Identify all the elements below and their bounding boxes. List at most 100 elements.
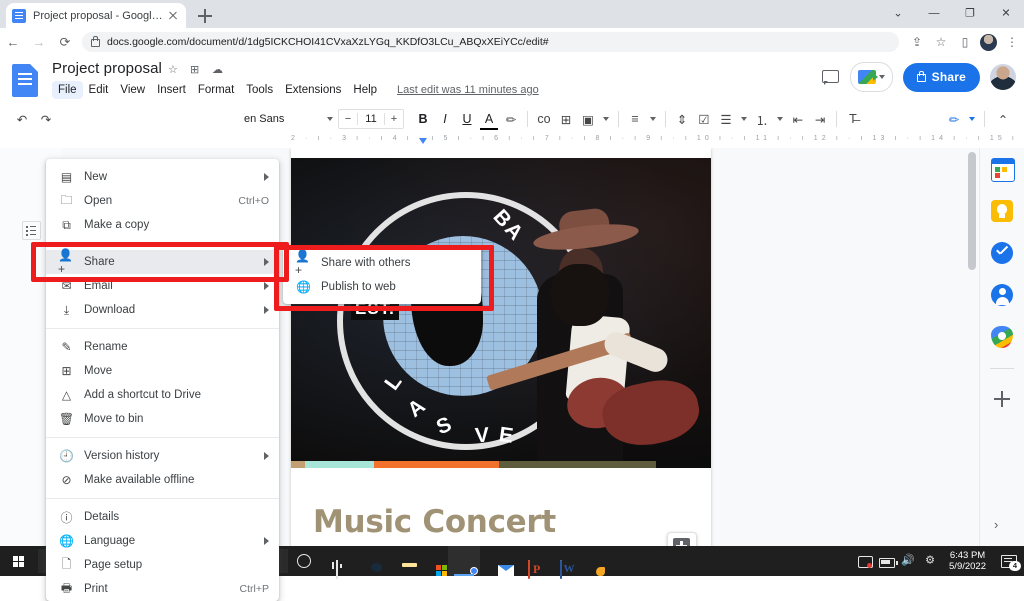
menu-item-details[interactable]: ⓘ Details (46, 505, 279, 529)
menu-item-add-shortcut-to-drive[interactable]: △ Add a shortcut to Drive (46, 383, 279, 407)
menu-item-move[interactable]: ⊞ Move (46, 359, 279, 383)
menu-item-version-history[interactable]: 🕘 Version history (46, 444, 279, 468)
font-family-caret[interactable] (322, 107, 338, 131)
font-size-decrease[interactable]: − (339, 113, 357, 125)
share-page-button[interactable]: ⇪ (905, 28, 929, 56)
concert-photo[interactable]: EST. BA L A S V E (291, 158, 711, 468)
undo-button[interactable]: ↶ (10, 107, 34, 131)
menu-item-page-setup[interactable]: 🗋 Page setup (46, 553, 279, 577)
font-family-select[interactable]: en Sans (58, 107, 314, 131)
taskbar-app-file-explorer[interactable] (384, 546, 416, 576)
move-to-folder-icon[interactable]: ⊞ (190, 63, 199, 76)
side-panel-button[interactable]: ▯ (953, 28, 977, 56)
document-title[interactable]: Project proposal (52, 60, 162, 77)
browser-profile-avatar[interactable] (980, 34, 997, 51)
menu-item-make-available-offline[interactable]: ⊘ Make available offline (46, 468, 279, 492)
highlight-color-button[interactable]: ✏ (500, 107, 522, 131)
menu-item-email[interactable]: ✉ Email (46, 274, 279, 298)
bookmark-button[interactable]: ☆ (929, 28, 953, 56)
google-tasks-icon[interactable] (991, 242, 1013, 264)
taskbar-app-store[interactable] (416, 546, 448, 576)
taskbar-app-word[interactable] (544, 546, 576, 576)
network-button[interactable]: ⚙ (919, 546, 941, 576)
menu-item-open[interactable]: 🗀 Open Ctrl+O (46, 189, 279, 213)
menu-file[interactable]: File (52, 81, 83, 99)
font-size-increase[interactable]: + (385, 113, 403, 125)
canvas-scrollbar[interactable] (970, 148, 978, 546)
reload-button[interactable]: ⟳ (52, 28, 78, 56)
menu-item-share[interactable]: 👤+ Share (46, 250, 279, 274)
explore-button[interactable] (667, 532, 697, 546)
clock[interactable]: 6:43 PM 5/9/2022 (941, 550, 994, 572)
menu-edit[interactable]: Edit (83, 81, 115, 99)
close-icon[interactable] (166, 9, 180, 23)
cloud-saved-icon[interactable]: ☁ (212, 63, 223, 76)
last-edit-status[interactable]: Last edit was 11 minutes ago (397, 84, 539, 96)
document-heading[interactable]: Music Concert (313, 504, 556, 540)
camera-privacy-button[interactable] (853, 546, 875, 576)
text-color-button[interactable]: A (478, 107, 500, 131)
google-docs-logo-icon[interactable] (12, 64, 38, 97)
menu-item-new[interactable]: ▤ New (46, 165, 279, 189)
clear-formatting-button[interactable]: T̶ (842, 107, 864, 131)
menu-item-print[interactable]: 🖶 Print Ctrl+P (46, 577, 279, 601)
menu-help[interactable]: Help (347, 81, 383, 99)
taskbar-app-mail[interactable] (480, 546, 512, 576)
menu-item-move-to-bin[interactable]: 🗑 Move to bin (46, 407, 279, 431)
ruler-indent-marker[interactable] (419, 138, 427, 144)
avatar[interactable] (990, 64, 1016, 90)
bulleted-list-caret[interactable] (737, 107, 751, 131)
address-bar[interactable]: docs.google.com/document/d/1dg5ICKCHOI41… (82, 32, 899, 52)
insert-image-button[interactable]: ▣ (577, 107, 599, 131)
font-size-stepper[interactable]: − 11 + (338, 109, 404, 129)
submenu-item-publish-to-web[interactable]: 🌐 Publish to web (283, 275, 481, 299)
google-calendar-icon[interactable] (991, 158, 1015, 182)
add-addon-button[interactable] (991, 388, 1013, 410)
back-button[interactable]: ← (0, 28, 26, 56)
editing-mode-caret[interactable] (965, 107, 979, 131)
bold-button[interactable]: B (412, 107, 434, 131)
chevron-right-icon[interactable]: › (994, 517, 998, 532)
italic-button[interactable]: I (434, 107, 456, 131)
align-caret[interactable] (646, 107, 660, 131)
line-spacing-button[interactable]: ⇕ (671, 107, 693, 131)
menu-extensions[interactable]: Extensions (279, 81, 347, 99)
star-icon[interactable]: ☆ (168, 63, 178, 76)
google-maps-icon[interactable] (991, 326, 1013, 348)
menu-item-language[interactable]: 🌐 Language (46, 529, 279, 553)
document-outline-icon[interactable] (22, 221, 41, 240)
new-tab-button[interactable] (195, 6, 215, 26)
menu-item-download[interactable]: ⤓ Download (46, 298, 279, 322)
taskbar-app-powerpoint[interactable] (512, 546, 544, 576)
checklist-button[interactable]: ☑ (693, 107, 715, 131)
numbered-list-caret[interactable] (773, 107, 787, 131)
menu-item-make-a-copy[interactable]: ⧉ Make a copy (46, 213, 279, 237)
menu-item-rename[interactable]: ✎ Rename (46, 335, 279, 359)
file-menu-popup[interactable]: ▤ New 🗀 Open Ctrl+O ⧉ Make a copy 👤+ Sha… (46, 159, 279, 601)
insert-link-button[interactable]: co (533, 107, 555, 131)
numbered-list-button[interactable]: ⒈ (751, 107, 773, 131)
minimize-button[interactable]: — (916, 0, 952, 28)
document-page[interactable]: EST. BA L A S V E (291, 148, 711, 546)
underline-button[interactable]: U (456, 107, 478, 131)
google-keep-icon[interactable] (991, 200, 1013, 222)
taskbar-app-edge[interactable] (352, 546, 384, 576)
start-button[interactable] (0, 546, 38, 576)
redo-button[interactable]: ↷ (34, 107, 58, 131)
hide-menus-button[interactable]: ⌃ (990, 107, 1016, 131)
add-comment-button[interactable]: ⊞ (555, 107, 577, 131)
menu-format[interactable]: Format (192, 81, 240, 99)
battery-button[interactable] (875, 546, 897, 576)
close-window-button[interactable]: ✕ (988, 0, 1024, 28)
volume-button[interactable]: 🔊 (897, 546, 919, 576)
menu-insert[interactable]: Insert (151, 81, 192, 99)
decrease-indent-button[interactable]: ⇤ (787, 107, 809, 131)
comment-icon[interactable] (820, 67, 840, 87)
scrollbar-thumb[interactable] (968, 152, 976, 270)
align-button[interactable]: ≡ (624, 107, 646, 131)
notification-center-button[interactable]: 4 (994, 546, 1024, 576)
menu-view[interactable]: View (114, 81, 151, 99)
taskbar-app-chrome[interactable] (448, 546, 480, 576)
increase-indent-button[interactable]: ⇥ (809, 107, 831, 131)
taskbar-app-flame[interactable] (576, 546, 608, 576)
